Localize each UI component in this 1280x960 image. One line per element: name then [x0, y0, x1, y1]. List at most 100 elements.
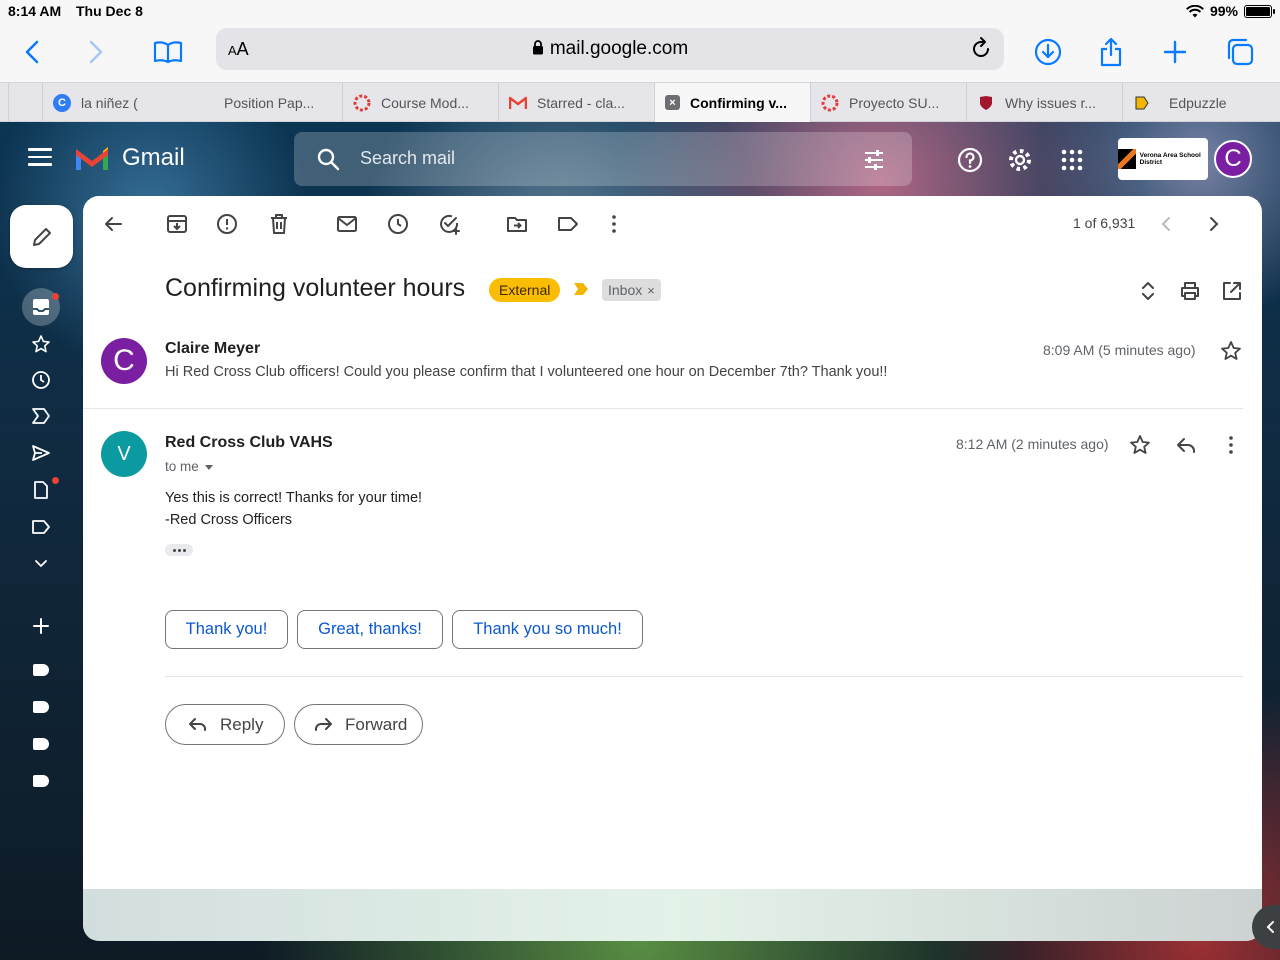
remove-label-icon[interactable]: ×: [647, 283, 655, 298]
bookmarks-icon[interactable]: [148, 32, 188, 72]
canvas-icon: [821, 94, 839, 112]
school-logo-mark: [1118, 149, 1136, 169]
tab-course-modules[interactable]: Course Mod...: [342, 83, 498, 122]
close-tab-icon[interactable]: ×: [665, 95, 680, 110]
more-chevron-icon[interactable]: [29, 552, 53, 576]
search-input[interactable]: Search mail: [360, 148, 455, 169]
importance-marker-icon[interactable]: [573, 282, 589, 296]
apps-grid-icon[interactable]: [1058, 146, 1086, 174]
tab-proyecto[interactable]: Proyecto SU...: [810, 83, 966, 122]
tab-label: Proyecto SU...: [849, 94, 940, 111]
report-spam-icon[interactable]: [215, 212, 239, 236]
settings-gear-icon[interactable]: [1006, 146, 1034, 174]
help-icon[interactable]: [956, 146, 984, 174]
tab-pinned-left[interactable]: [8, 83, 40, 122]
new-tab-icon[interactable]: [1155, 32, 1195, 72]
inbox-label-text: Inbox: [608, 282, 643, 298]
show-trimmed-content-button[interactable]: [165, 544, 193, 556]
gmail-logo-icon: [76, 147, 108, 170]
search-icon[interactable]: [316, 147, 340, 171]
older-chevron-icon[interactable]: [1201, 212, 1225, 236]
status-date: Thu Dec 8: [76, 3, 143, 19]
snoozed-icon[interactable]: [29, 368, 53, 392]
drafts-icon[interactable]: [29, 478, 53, 502]
lock-icon: [532, 40, 543, 55]
label-tag-icon[interactable]: [33, 664, 49, 676]
open-new-window-icon[interactable]: [1221, 280, 1243, 302]
expand-all-icon[interactable]: [1137, 280, 1159, 302]
sender-avatar[interactable]: V: [101, 431, 147, 477]
url-text: mail.google.com: [549, 38, 689, 59]
external-badge: External: [489, 278, 561, 302]
status-right: 99%: [1186, 3, 1275, 19]
archive-icon[interactable]: [165, 212, 189, 236]
message-divider: [83, 408, 1243, 409]
message-snippet[interactable]: Hi Red Cross Club officers! Could you pl…: [165, 364, 887, 380]
address-bar[interactable]: AA mail.google.com: [216, 28, 1004, 70]
tab-overview-icon[interactable]: [1220, 32, 1260, 72]
more-vertical-icon[interactable]: [602, 212, 626, 236]
share-icon[interactable]: [1091, 32, 1131, 72]
star-icon[interactable]: [1220, 340, 1242, 362]
smart-reply-button[interactable]: Thank you!: [165, 610, 288, 649]
create-label-icon[interactable]: [29, 614, 53, 638]
reply-icon[interactable]: [1175, 434, 1197, 456]
smart-reply-button[interactable]: Great, thanks!: [297, 610, 443, 649]
downloads-icon[interactable]: [1028, 32, 1068, 72]
snooze-clock-icon[interactable]: [386, 212, 410, 236]
star-icon[interactable]: [1129, 434, 1151, 456]
forward-button[interactable]: Forward: [294, 704, 423, 745]
account-avatar[interactable]: C: [1214, 140, 1252, 178]
tab-la-ninez[interactable]: C la niñez (: [42, 83, 182, 122]
unread-dot: [52, 293, 59, 300]
forward-icon[interactable]: [76, 32, 116, 72]
tab-label: Why issues r...: [1005, 94, 1097, 111]
move-to-folder-icon[interactable]: [505, 212, 529, 236]
main-menu-icon[interactable]: [28, 148, 52, 168]
status-time: 8:14 AM: [8, 3, 62, 19]
add-task-icon[interactable]: [437, 212, 461, 236]
print-icon[interactable]: [1179, 280, 1201, 302]
tab-label: Position Pap...: [224, 94, 315, 111]
sender-avatar[interactable]: C: [101, 338, 147, 384]
sender-name[interactable]: Red Cross Club VAHS: [165, 434, 333, 452]
organization-logo[interactable]: Verona Area School District: [1118, 138, 1208, 180]
sender-name[interactable]: Claire Meyer: [165, 340, 260, 358]
newer-chevron-icon[interactable]: [1155, 212, 1179, 236]
tab-starred[interactable]: Starred - cla...: [498, 83, 654, 122]
back-icon[interactable]: [12, 32, 52, 72]
smart-reply-button[interactable]: Thank you so much!: [452, 610, 643, 649]
label-outline-icon[interactable]: [29, 515, 53, 539]
compose-button[interactable]: [10, 205, 73, 268]
tab-confirming[interactable]: × Confirming v...: [654, 83, 810, 122]
inbox-icon[interactable]: [29, 295, 53, 319]
label-icon[interactable]: [556, 212, 580, 236]
url-display[interactable]: mail.google.com: [216, 38, 1004, 60]
more-vertical-icon[interactable]: [1220, 434, 1242, 456]
gmail-header: Gmail Search mail Verona Area School Dis…: [0, 122, 1280, 196]
label-tag-icon[interactable]: [33, 701, 49, 713]
starred-icon[interactable]: [29, 332, 53, 356]
sent-icon[interactable]: [29, 441, 53, 465]
label-tag-icon[interactable]: [33, 738, 49, 750]
message-body-line: Yes this is correct! Thanks for your tim…: [165, 490, 423, 506]
forward-arrow-icon: [315, 717, 332, 731]
browser-toolbar: AA mail.google.com: [0, 22, 1280, 82]
search-options-icon[interactable]: [862, 148, 886, 172]
recipient-details[interactable]: to me: [165, 459, 213, 474]
label-tag-icon[interactable]: [33, 775, 49, 787]
tab-why-issues[interactable]: Why issues r...: [966, 83, 1122, 122]
back-arrow-icon[interactable]: [101, 212, 125, 236]
inbox-label-chip[interactable]: Inbox ×: [602, 279, 661, 301]
reload-icon[interactable]: [968, 36, 994, 62]
drafts-dot: [52, 477, 59, 484]
tab-position-paper[interactable]: Position Pap...: [182, 83, 342, 122]
tab-edpuzzle[interactable]: Edpuzzle: [1122, 83, 1280, 122]
delete-trash-icon[interactable]: [267, 212, 291, 236]
mark-unread-icon[interactable]: [335, 212, 359, 236]
reply-button[interactable]: Reply: [165, 704, 285, 745]
important-icon[interactable]: [29, 404, 53, 428]
dropdown-caret-icon[interactable]: [204, 464, 213, 470]
status-bar: 8:14 AM Thu Dec 8 99%: [0, 0, 1280, 22]
search-bar[interactable]: Search mail: [294, 132, 912, 186]
